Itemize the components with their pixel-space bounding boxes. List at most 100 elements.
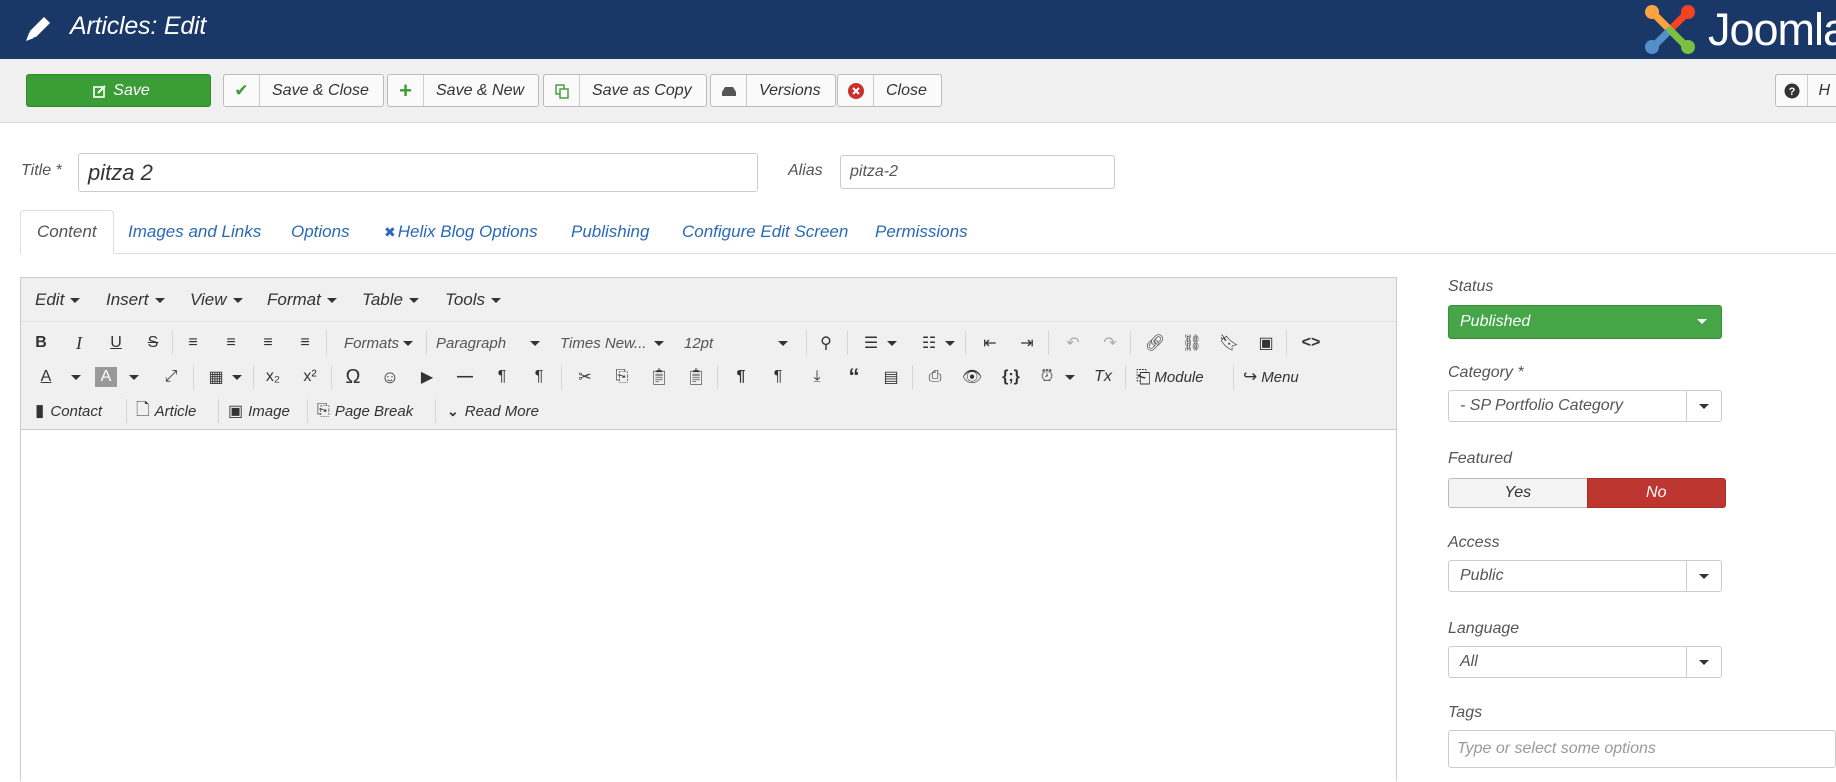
clear-formatting-icon[interactable]: Tx [1091,365,1115,389]
caret-down-icon [1699,403,1709,409]
preview-icon[interactable]: 👁︎ [960,365,984,389]
caret-down-icon[interactable] [885,331,899,355]
tab-content[interactable]: Content [20,210,114,254]
tab-configure-edit-screen[interactable]: Configure Edit Screen [682,210,848,254]
help-button[interactable]: ? H [1775,74,1836,107]
visual-chars-icon[interactable]: ¶ [729,365,753,389]
ltr-icon[interactable]: ¶ [490,365,514,389]
print-icon[interactable]: ⎙ [923,365,947,389]
datetime-icon[interactable]: ⏰︎ [1035,365,1059,389]
menu-format[interactable]: Format [267,290,337,310]
menu-edit[interactable]: Edit [35,290,81,310]
indent-icon[interactable]: ⇥ [1015,331,1039,355]
access-select[interactable]: Public [1448,560,1722,592]
nonbreaking-icon[interactable]: ⤓ [805,365,829,389]
copy-icon[interactable]: ⎘ [610,365,634,389]
align-center-icon[interactable]: ≡ [219,331,243,355]
align-left-icon[interactable]: ≡ [181,331,205,355]
featured-yes-button[interactable]: Yes [1448,478,1587,508]
caret-down-icon[interactable] [69,365,83,389]
superscript-icon[interactable]: x² [298,365,322,389]
emoticons-icon[interactable]: ☺ [378,365,402,389]
menu-view[interactable]: View [190,290,243,310]
numbered-list-icon[interactable]: ☷ [917,331,941,355]
read-more-button[interactable]: ⌄ Read More [447,399,539,423]
font-size-dropdown[interactable]: 12pt [684,331,788,355]
paste-text-icon[interactable]: 📋︎ [684,365,708,389]
outdent-icon[interactable]: ⇤ [978,331,1002,355]
bookmark-icon[interactable]: 🔖︎ [1217,331,1241,355]
align-justify-icon[interactable]: ≡ [293,331,317,355]
table-icon[interactable]: ▦ [204,365,228,389]
menu-insert[interactable]: Insert [106,290,165,310]
cut-icon[interactable]: ✂ [573,365,597,389]
menu-table[interactable]: Table [362,290,419,310]
article-button[interactable]: 🗋︎ Article [136,399,196,423]
media-icon[interactable]: ▶ [415,365,439,389]
page-break-button[interactable]: ⎘ Page Break [317,399,413,423]
select-toggle[interactable] [1686,647,1721,677]
undo-icon[interactable]: ↶ [1061,331,1085,355]
select-toggle[interactable] [1686,561,1721,591]
paragraph-dropdown[interactable]: Paragraph [436,331,540,355]
alias-input[interactable]: pitza-2 [840,155,1115,189]
joomla-logo[interactable]: Joomla [1638,2,1836,57]
tab-publishing[interactable]: Publishing [571,210,649,254]
save-button[interactable]: Save [26,74,211,107]
title-input[interactable]: pitza 2 [78,153,758,192]
blockquote-icon[interactable]: “ [842,364,866,389]
category-select[interactable]: - SP Portfolio Category [1448,390,1722,422]
select-toggle[interactable] [1686,391,1721,421]
editor-content-area[interactable] [21,430,1396,782]
tab-permissions[interactable]: Permissions [875,210,968,254]
fullscreen-icon[interactable]: ⤢ [159,365,183,389]
image-icon[interactable]: ▣ [1254,331,1278,355]
module-icon: ⎗ [1136,366,1151,387]
caret-down-icon[interactable] [1063,365,1077,389]
menu-button[interactable]: ↪ Menu [1243,365,1299,389]
template-icon[interactable]: ▤ [879,365,903,389]
versions-button[interactable]: Versions [710,74,836,107]
tab-helix-blog-options[interactable]: ✖ Helix Blog Options [384,210,538,254]
italic-icon[interactable]: I [68,331,90,355]
underline-icon[interactable]: U [105,331,127,355]
bold-icon[interactable]: B [30,331,52,355]
special-char-icon[interactable]: Ω [341,365,365,389]
source-code-icon[interactable]: <> [1298,331,1324,355]
formats-dropdown[interactable]: Formats [344,331,414,355]
horizontal-rule-icon[interactable]: — [453,365,477,389]
save-new-button[interactable]: + Save & New [387,74,540,107]
close-button[interactable]: Close [837,74,942,107]
unlink-icon[interactable]: ⛓︎ [1180,331,1204,355]
status-select[interactable]: Published [1448,305,1722,339]
visual-blocks-icon[interactable]: ¶ [766,365,790,389]
strikethrough-icon[interactable]: S [142,331,164,355]
caret-down-icon[interactable] [127,365,141,389]
caret-down-icon[interactable] [943,331,957,355]
subscript-icon[interactable]: x₂ [261,365,285,389]
code-sample-icon[interactable]: {;} [997,365,1025,389]
search-replace-icon[interactable]: ⚲ [814,331,838,355]
tab-options[interactable]: Options [291,210,350,254]
rtl-icon[interactable]: ¶ [527,365,551,389]
bullet-list-icon[interactable]: ☰ [859,331,883,355]
paste-icon[interactable]: 📋︎ [647,365,671,389]
save-close-button[interactable]: ✔ Save & Close [223,74,384,107]
featured-no-button[interactable]: No [1586,478,1726,508]
language-select[interactable]: All [1448,646,1722,678]
module-button[interactable]: ⎗ Module [1136,365,1204,389]
redo-icon[interactable]: ↷ [1098,331,1122,355]
menu-tools[interactable]: Tools [445,290,502,310]
font-family-dropdown[interactable]: Times New... [560,331,664,355]
image-button[interactable]: ▣ Image [228,399,290,423]
link-icon[interactable]: 🔗︎ [1143,331,1167,355]
tags-input[interactable]: Type or select some options [1448,730,1836,768]
action-toolbar: Save ✔ Save & Close + Save & New Save as… [0,59,1836,123]
contact-button[interactable]: ▮ Contact [35,399,102,423]
text-color-icon[interactable]: A [35,365,57,389]
caret-down-icon[interactable] [230,365,244,389]
save-copy-button[interactable]: Save as Copy [543,74,707,107]
background-color-icon[interactable]: A [95,367,117,387]
tab-images-links[interactable]: Images and Links [128,210,261,254]
align-right-icon[interactable]: ≡ [256,331,280,355]
